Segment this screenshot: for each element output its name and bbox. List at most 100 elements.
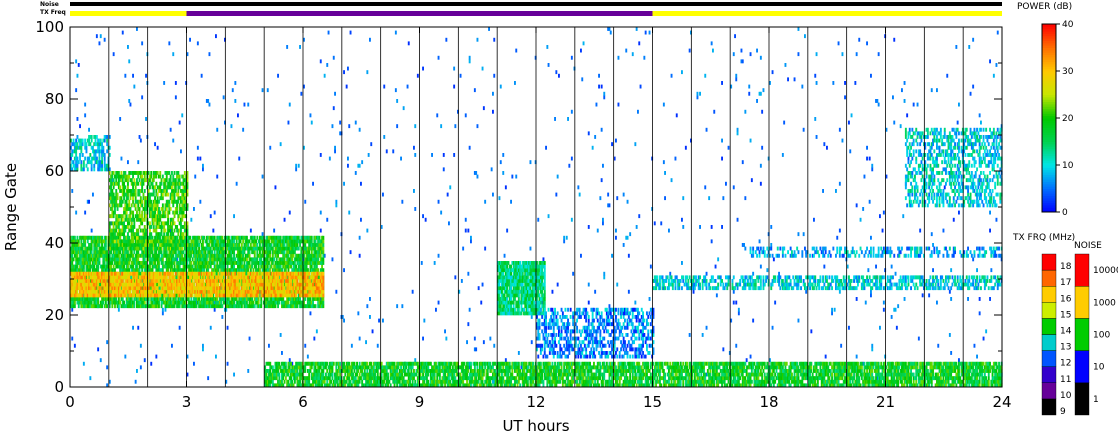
data-cell bbox=[283, 379, 286, 384]
data-cell bbox=[393, 361, 396, 366]
data-cell bbox=[354, 171, 357, 175]
data-cell bbox=[915, 376, 918, 381]
data-cell bbox=[978, 113, 981, 118]
data-cell bbox=[502, 153, 505, 157]
data-cell bbox=[129, 102, 132, 107]
data-cell bbox=[739, 376, 742, 381]
data-cell bbox=[374, 372, 377, 377]
data-cell bbox=[392, 149, 395, 154]
data-cell bbox=[682, 279, 685, 283]
data-cell bbox=[476, 37, 479, 42]
data-cell bbox=[155, 354, 158, 359]
data-cell bbox=[781, 153, 784, 157]
data-cell bbox=[326, 63, 329, 67]
data-cell bbox=[880, 379, 883, 384]
txfreq-segment bbox=[652, 11, 1002, 16]
data-cell bbox=[863, 369, 866, 373]
data-cell bbox=[468, 59, 471, 64]
data-cell bbox=[271, 379, 274, 384]
data-cell bbox=[596, 365, 599, 370]
data-cell bbox=[335, 199, 338, 204]
data-cell bbox=[504, 185, 507, 190]
data-cell bbox=[732, 289, 735, 294]
data-cell bbox=[467, 271, 470, 276]
data-cell bbox=[959, 376, 962, 381]
data-cell bbox=[752, 365, 755, 370]
data-cell bbox=[850, 372, 853, 377]
data-cell bbox=[871, 372, 874, 377]
data-cell bbox=[547, 369, 550, 373]
data-cell bbox=[611, 372, 613, 377]
data-cell bbox=[855, 203, 858, 208]
data-cell bbox=[594, 379, 597, 384]
data-cell bbox=[104, 243, 107, 247]
data-cell bbox=[696, 91, 699, 96]
data-cell bbox=[398, 379, 401, 384]
data-cell bbox=[894, 307, 897, 312]
data-cell bbox=[499, 160, 502, 165]
data-cell bbox=[556, 282, 559, 287]
data-cell bbox=[848, 325, 850, 330]
data-cell bbox=[80, 239, 83, 244]
data-cell bbox=[284, 376, 287, 381]
data-cell bbox=[858, 379, 861, 384]
data-cell bbox=[84, 239, 87, 244]
data-cell bbox=[77, 304, 80, 309]
data-cell bbox=[796, 361, 799, 366]
data-cell bbox=[486, 369, 489, 373]
data-cell bbox=[532, 361, 534, 366]
data-cell bbox=[319, 365, 322, 370]
data-cell bbox=[675, 372, 678, 377]
data-cell bbox=[950, 297, 953, 301]
data-cell bbox=[570, 365, 573, 370]
data-cell bbox=[664, 376, 666, 381]
data-cell bbox=[789, 369, 792, 373]
data-cell bbox=[849, 379, 852, 384]
data-cell bbox=[686, 361, 689, 366]
data-cell bbox=[560, 365, 563, 370]
data-cell bbox=[413, 189, 415, 193]
data-cell bbox=[90, 250, 93, 255]
data-cell bbox=[917, 372, 920, 377]
data-cell bbox=[473, 88, 476, 93]
data-cell bbox=[470, 361, 472, 366]
data-cell bbox=[684, 376, 687, 381]
data-cell bbox=[119, 117, 122, 121]
data-cell bbox=[247, 369, 250, 373]
data-cell bbox=[193, 361, 195, 366]
data-cell bbox=[899, 124, 902, 129]
data-cell bbox=[748, 91, 751, 96]
data-cell bbox=[72, 257, 75, 262]
data-cell bbox=[396, 369, 399, 373]
data-cell bbox=[466, 372, 468, 377]
data-cell bbox=[128, 261, 131, 265]
data-cell bbox=[279, 365, 282, 370]
data-cell bbox=[104, 246, 107, 251]
data-cell bbox=[635, 376, 638, 381]
data-cell bbox=[115, 297, 118, 301]
data-cell bbox=[644, 30, 647, 35]
data-cell bbox=[290, 376, 292, 381]
data-cell bbox=[97, 264, 100, 269]
data-cell bbox=[435, 307, 437, 312]
data-cell bbox=[502, 171, 505, 175]
data-cell bbox=[385, 369, 388, 373]
data-cell bbox=[850, 113, 853, 118]
data-cell bbox=[670, 178, 673, 183]
data-cell bbox=[559, 379, 562, 384]
data-cell bbox=[492, 109, 494, 114]
data-cell bbox=[526, 379, 529, 384]
data-cell bbox=[844, 361, 846, 366]
data-cell bbox=[440, 210, 443, 215]
data-cell bbox=[634, 379, 637, 384]
data-cell bbox=[745, 369, 748, 373]
data-cell bbox=[299, 379, 301, 384]
data-cell bbox=[89, 376, 92, 381]
data-cell bbox=[727, 369, 730, 373]
data-cell bbox=[77, 243, 80, 247]
data-cell bbox=[748, 84, 751, 89]
data-cell bbox=[893, 120, 896, 125]
data-cell bbox=[482, 369, 485, 373]
data-cell bbox=[948, 289, 951, 294]
data-cell bbox=[112, 264, 115, 269]
